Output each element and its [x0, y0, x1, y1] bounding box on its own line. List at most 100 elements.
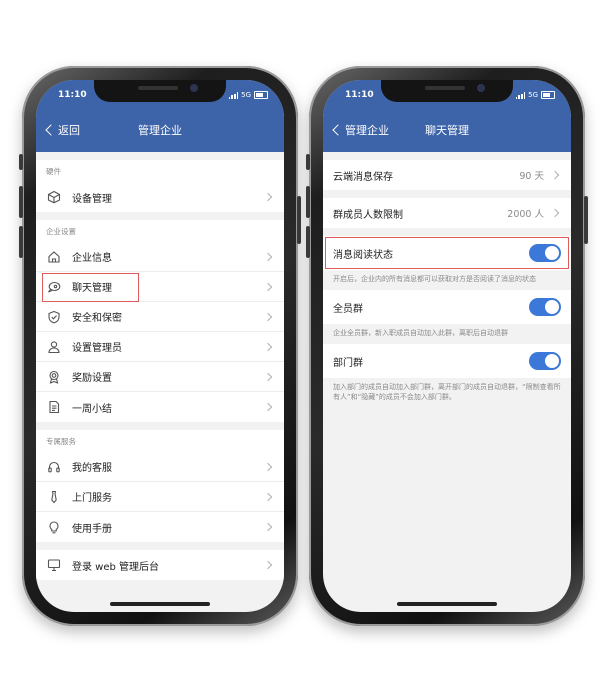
mute-switch [19, 154, 23, 170]
highlight-box [325, 237, 569, 269]
volume-down-button [306, 226, 310, 258]
menu-item-admin[interactable]: 设置管理员 [36, 332, 284, 362]
notch [94, 80, 226, 102]
headset-icon [46, 459, 62, 475]
status-time: 11:10 [58, 90, 87, 100]
all-staff-desc: 企业全员群，新入职成员自动加入此群，离职后自动退群 [333, 329, 508, 337]
menu-item-label: 登录 web 管理后台 [72, 561, 160, 573]
cube-icon [46, 189, 62, 205]
home-indicator[interactable] [397, 602, 497, 606]
highlight-box [42, 273, 139, 302]
chevron-right-icon [263, 492, 273, 501]
award-badge-icon [46, 369, 62, 385]
menu-item-label: 使用手册 [72, 523, 112, 535]
nav-bar: 管理企业 聊天管理 [323, 114, 571, 146]
chat-settings-list: 云端消息保存 90 天 群成员人数限制 2000 人 消息阅读状态 开启后，企业… [323, 152, 571, 408]
menu-item-label: 一周小结 [72, 403, 112, 415]
section-header: 企业设置 [46, 227, 76, 236]
left-screen: 11:10 5G 返回 管理企业 硬件 设备管理 企业设置 企业信息 聊天管理 … [36, 80, 284, 612]
menu-item-reward[interactable]: 奖励设置 [36, 362, 284, 392]
setting-label: 部门群 [333, 357, 363, 369]
mute-switch [306, 154, 310, 170]
all-staff-row: 全员群 [323, 290, 571, 324]
setting-label: 全员群 [333, 303, 363, 315]
menu-item-weekly[interactable]: 一周小结 [36, 392, 284, 422]
chevron-right-icon [550, 170, 560, 180]
dept-group-desc: 加入部门的成员自动加入部门群，离开部门的成员自动退群，“限制查看所有人”和“隐藏… [333, 383, 561, 401]
menu-item-label: 设置管理员 [72, 343, 122, 354]
cloud-storage-row[interactable]: 云端消息保存 90 天 [323, 160, 571, 190]
notch [381, 80, 513, 102]
chevron-right-icon [263, 560, 273, 570]
signal-icon [228, 91, 239, 99]
volume-up-button [19, 186, 23, 218]
home-indicator[interactable] [110, 602, 210, 606]
network-label: 5G [528, 91, 538, 99]
setting-value: 2000 人 [507, 209, 544, 220]
volume-up-button [306, 186, 310, 218]
nav-bar: 返回 管理企业 [36, 114, 284, 146]
section-exclusive-service: 专属服务 我的客服 上门服务 使用手册 [36, 430, 284, 542]
read-status-desc: 开启后，企业内的所有消息都可以获取对方是否阅读了消息的状态 [333, 275, 536, 283]
chevron-right-icon [263, 342, 273, 351]
menu-item-company-info[interactable]: 企业信息 [36, 242, 284, 272]
menu-item-label: 安全和保密 [72, 313, 122, 324]
group-limit-row[interactable]: 群成员人数限制 2000 人 [323, 198, 571, 228]
group-cloud: 云端消息保存 90 天 [323, 160, 571, 190]
power-button [584, 196, 588, 244]
menu-item-label: 设备管理 [72, 193, 112, 205]
group-limit: 群成员人数限制 2000 人 [323, 198, 571, 228]
left-phone-frame: 11:10 5G 返回 管理企业 硬件 设备管理 企业设置 企业信息 聊天管理 … [19, 66, 301, 626]
status-time: 11:10 [345, 90, 374, 100]
chevron-right-icon [263, 312, 273, 321]
chevron-right-icon [263, 462, 273, 471]
menu-item-onsite[interactable]: 上门服务 [36, 482, 284, 512]
app-header: 11:10 5G 管理企业 聊天管理 [323, 80, 571, 152]
group-dept: 部门群 [323, 344, 571, 378]
admin-user-icon [46, 339, 62, 355]
menu-item-web-login[interactable]: 登录 web 管理后台 [36, 550, 284, 580]
all-staff-toggle[interactable] [529, 298, 561, 316]
shield-check-icon [46, 309, 62, 325]
menu-item-security[interactable]: 安全和保密 [36, 302, 284, 332]
home-icon [46, 249, 62, 265]
section-hardware: 硬件 设备管理 [36, 160, 284, 212]
chevron-right-icon [263, 252, 273, 261]
settings-list: 硬件 设备管理 企业设置 企业信息 聊天管理 安全和保密 设置管理员 奖励设置 … [36, 152, 284, 580]
menu-item-manual[interactable]: 使用手册 [36, 512, 284, 542]
menu-item-chat-management[interactable]: 聊天管理 [36, 272, 284, 302]
network-label: 5G [241, 91, 251, 99]
section-header: 硬件 [46, 167, 61, 176]
status-icons: 5G [228, 91, 268, 99]
section-header: 专属服务 [46, 437, 76, 446]
chevron-right-icon [263, 372, 273, 381]
dept-group-row: 部门群 [323, 344, 571, 378]
volume-down-button [19, 226, 23, 258]
section-company-settings: 企业设置 企业信息 聊天管理 安全和保密 设置管理员 奖励设置 一周小结 [36, 220, 284, 422]
dept-group-toggle[interactable] [529, 352, 561, 370]
section-web: 登录 web 管理后台 [36, 550, 284, 580]
lightbulb-icon [46, 519, 62, 535]
read-status-row: 消息阅读状态 [323, 236, 571, 270]
chevron-right-icon [550, 208, 560, 218]
chevron-right-icon [263, 282, 273, 291]
menu-item-label: 奖励设置 [72, 373, 112, 384]
setting-label: 群成员人数限制 [333, 209, 403, 221]
signal-icon [515, 91, 526, 99]
right-screen: 11:10 5G 管理企业 聊天管理 云端消息保存 90 天 群成员人数限制 2… [323, 80, 571, 612]
group-read-status: 消息阅读状态 [323, 236, 571, 270]
battery-icon [254, 91, 268, 99]
menu-item-support[interactable]: 我的客服 [36, 452, 284, 482]
menu-item-device[interactable]: 设备管理 [36, 182, 284, 212]
setting-label: 云端消息保存 [333, 171, 393, 183]
weekly-report-icon [46, 399, 62, 415]
status-icons: 5G [515, 91, 555, 99]
setting-value: 90 天 [519, 171, 544, 182]
tie-icon [46, 489, 62, 505]
right-phone-frame: 11:10 5G 管理企业 聊天管理 云端消息保存 90 天 群成员人数限制 2… [306, 66, 588, 626]
group-all-staff: 全员群 [323, 290, 571, 324]
chevron-right-icon [263, 192, 273, 202]
monitor-icon [46, 557, 62, 573]
page-title: 管理企业 [138, 124, 182, 137]
chevron-right-icon [263, 522, 273, 532]
